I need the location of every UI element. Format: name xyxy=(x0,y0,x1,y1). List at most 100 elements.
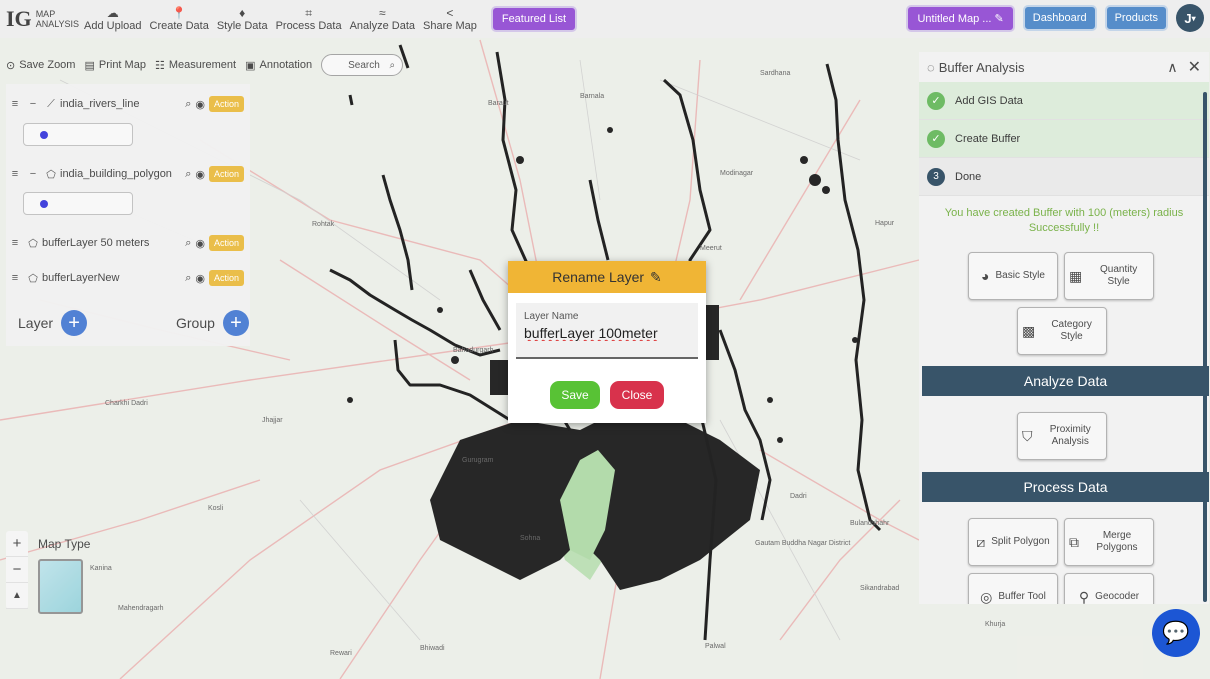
save-zoom-button[interactable]: ⊙ Save Zoom xyxy=(6,59,75,72)
zoom-in-button[interactable]: + xyxy=(6,531,28,557)
svg-text:Jhajjar: Jhajjar xyxy=(262,417,283,424)
search-input[interactable]: Search ⌕ xyxy=(321,54,404,76)
layer-row[interactable]: ≡ ⬠ bufferLayer 50 meters ⌕ ◉ Action xyxy=(6,228,250,258)
zoom-controls: + − ▲ xyxy=(6,531,28,609)
success-message: You have created Buffer with 100 (meters… xyxy=(919,206,1209,236)
proximity-analysis-button[interactable]: ⛉ Proximity Analysis xyxy=(1017,412,1107,460)
cloud-upload-icon: ☁ xyxy=(106,6,119,20)
collapse-up-icon[interactable]: ∧ xyxy=(1167,59,1177,76)
annotation-button[interactable]: ▣ Annotation xyxy=(245,59,312,72)
svg-text:Bahadurgarh: Bahadurgarh xyxy=(453,347,494,354)
visibility-eye-icon[interactable]: ◉ xyxy=(195,237,205,250)
collapse-icon[interactable]: − xyxy=(24,168,42,180)
nav-analyze-data[interactable]: ≈ Analyze Data xyxy=(350,6,415,32)
close-icon[interactable]: ✕ xyxy=(1188,57,1201,77)
layer-row[interactable]: ≡ − ⬠ india_building_polygon ⌕ ◉ Action xyxy=(6,159,250,189)
field-label: Layer Name xyxy=(524,311,579,322)
print-map-button[interactable]: ▤ Print Map xyxy=(84,59,145,72)
layer-name: india_rivers_line xyxy=(60,98,140,110)
layer-name: bufferLayerNew xyxy=(42,272,120,284)
visibility-eye-icon[interactable]: ◉ xyxy=(195,168,205,181)
step-add-gis-data[interactable]: ✓ Add GIS Data xyxy=(919,82,1209,120)
reset-north-button[interactable]: ▲ xyxy=(6,583,28,609)
chat-button[interactable]: 💬 xyxy=(1152,609,1200,657)
button-label: Split Polygon xyxy=(991,536,1050,547)
dashboard-button[interactable]: Dashboard xyxy=(1022,5,1097,31)
geocoder-button[interactable]: ⚲ Geocoder xyxy=(1064,573,1154,604)
process-data-heading: Process Data xyxy=(922,472,1209,502)
products-button[interactable]: Products xyxy=(1104,5,1168,31)
buffer-analysis-panel: ◌ Buffer Analysis ∧ ✕ ✓ Add GIS Data ✓ C… xyxy=(919,52,1209,604)
measurement-button[interactable]: ☷ Measurement xyxy=(155,59,236,72)
layer-action-button[interactable]: Action xyxy=(208,166,244,182)
nav-label: Process Data xyxy=(275,20,342,32)
step-create-buffer[interactable]: ✓ Create Buffer xyxy=(919,120,1209,158)
close-button[interactable]: Close xyxy=(610,381,664,409)
layer-style-swatch[interactable] xyxy=(23,192,133,215)
step-number: 3 xyxy=(927,167,945,186)
step-label: Create Buffer xyxy=(955,132,1021,145)
user-avatar[interactable]: J ▾ xyxy=(1176,4,1204,32)
nav-share-map[interactable]: < Share Map xyxy=(423,6,477,32)
layer-action-button[interactable]: Action xyxy=(208,235,244,251)
category-icon: ▩ xyxy=(1022,323,1036,339)
basic-style-button[interactable]: ◕ Basic Style xyxy=(968,252,1058,300)
annotation-icon: ▣ xyxy=(245,59,256,72)
nav-process-data[interactable]: ⌗ Process Data xyxy=(276,6,342,32)
visibility-eye-icon[interactable]: ◉ xyxy=(195,98,205,111)
pencil-icon: ✎ xyxy=(994,12,1004,25)
svg-text:Palwal: Palwal xyxy=(705,643,726,650)
add-layer-button[interactable]: + xyxy=(61,310,88,336)
save-button[interactable]: Save xyxy=(550,381,600,409)
layer-action-button[interactable]: Action xyxy=(208,96,244,112)
button-label: Merge Polygons xyxy=(1096,530,1138,553)
nav-style-data[interactable]: ♦ Style Data xyxy=(217,6,268,32)
buffer-icon: ◎ xyxy=(980,589,993,604)
drag-handle-icon[interactable]: ≡ xyxy=(6,98,24,110)
panel-title: Buffer Analysis xyxy=(938,59,1025,75)
svg-text:Sohna: Sohna xyxy=(520,535,540,542)
category-style-button[interactable]: ▩ Category Style xyxy=(1017,307,1107,355)
merge-polygons-button[interactable]: ⧉ Merge Polygons xyxy=(1064,518,1154,566)
layer-action-button[interactable]: Action xyxy=(208,270,244,286)
svg-text:Kosli: Kosli xyxy=(208,505,224,512)
ruler-icon: ☷ xyxy=(154,59,165,72)
drag-handle-icon[interactable]: ≡ xyxy=(6,168,24,180)
line-layer-icon: ⟋ xyxy=(47,97,55,110)
split-polygon-button[interactable]: ⧄ Split Polygon xyxy=(968,518,1058,566)
svg-text:Hapur: Hapur xyxy=(875,220,895,227)
nav-add-upload[interactable]: ☁ Add Upload xyxy=(84,6,142,32)
add-layer-control: Layer + xyxy=(18,310,88,336)
zoom-out-button[interactable]: − xyxy=(6,557,28,583)
add-group-control: Group + xyxy=(176,310,249,336)
drag-handle-icon[interactable]: ≡ xyxy=(6,237,24,249)
nav-label: Style Data xyxy=(216,20,268,32)
map-type-thumbnail[interactable] xyxy=(38,559,83,614)
buffer-tool-button[interactable]: ◎ Buffer Tool xyxy=(968,573,1058,604)
featured-list-button[interactable]: Featured List xyxy=(490,6,578,32)
zoom-to-layer-icon[interactable]: ⌕ xyxy=(185,168,191,181)
color-dot xyxy=(40,131,48,139)
zoom-to-layer-icon[interactable]: ⌕ xyxy=(185,98,191,111)
app-logo[interactable]: IG MAP ANALYSIS xyxy=(6,6,80,32)
panel-scrollbar[interactable] xyxy=(1203,92,1207,602)
layer-row[interactable]: ≡ ⬠ bufferLayerNew ⌕ ◉ Action xyxy=(6,263,250,293)
drag-handle-icon[interactable]: ≡ xyxy=(6,272,24,284)
zoom-to-layer-icon[interactable]: ⌕ xyxy=(185,272,191,285)
nav-label: Add Upload xyxy=(84,20,142,32)
zoom-to-layer-icon[interactable]: ⌕ xyxy=(185,237,191,250)
step-label: Done xyxy=(955,170,982,183)
logo-text-analysis: ANALYSIS xyxy=(35,19,80,29)
layer-name-input[interactable] xyxy=(524,325,684,341)
quantity-style-button[interactable]: ▦ Quantity Style xyxy=(1064,252,1154,300)
nav-create-data[interactable]: 📍 Create Data xyxy=(150,6,209,32)
add-group-button[interactable]: + xyxy=(222,310,249,336)
layer-row[interactable]: ≡ − ⟋ india_rivers_line ⌕ ◉ Action xyxy=(6,89,250,119)
dialog-title: Rename Layer xyxy=(552,269,645,285)
map-title-button[interactable]: Untitled Map ... ✎ xyxy=(906,4,1015,32)
visibility-eye-icon[interactable]: ◉ xyxy=(195,272,205,285)
step-done[interactable]: 3 Done xyxy=(919,158,1209,196)
layer-style-swatch[interactable] xyxy=(23,123,133,146)
analyze-icon: ≈ xyxy=(379,6,386,20)
collapse-icon[interactable]: − xyxy=(24,98,42,110)
